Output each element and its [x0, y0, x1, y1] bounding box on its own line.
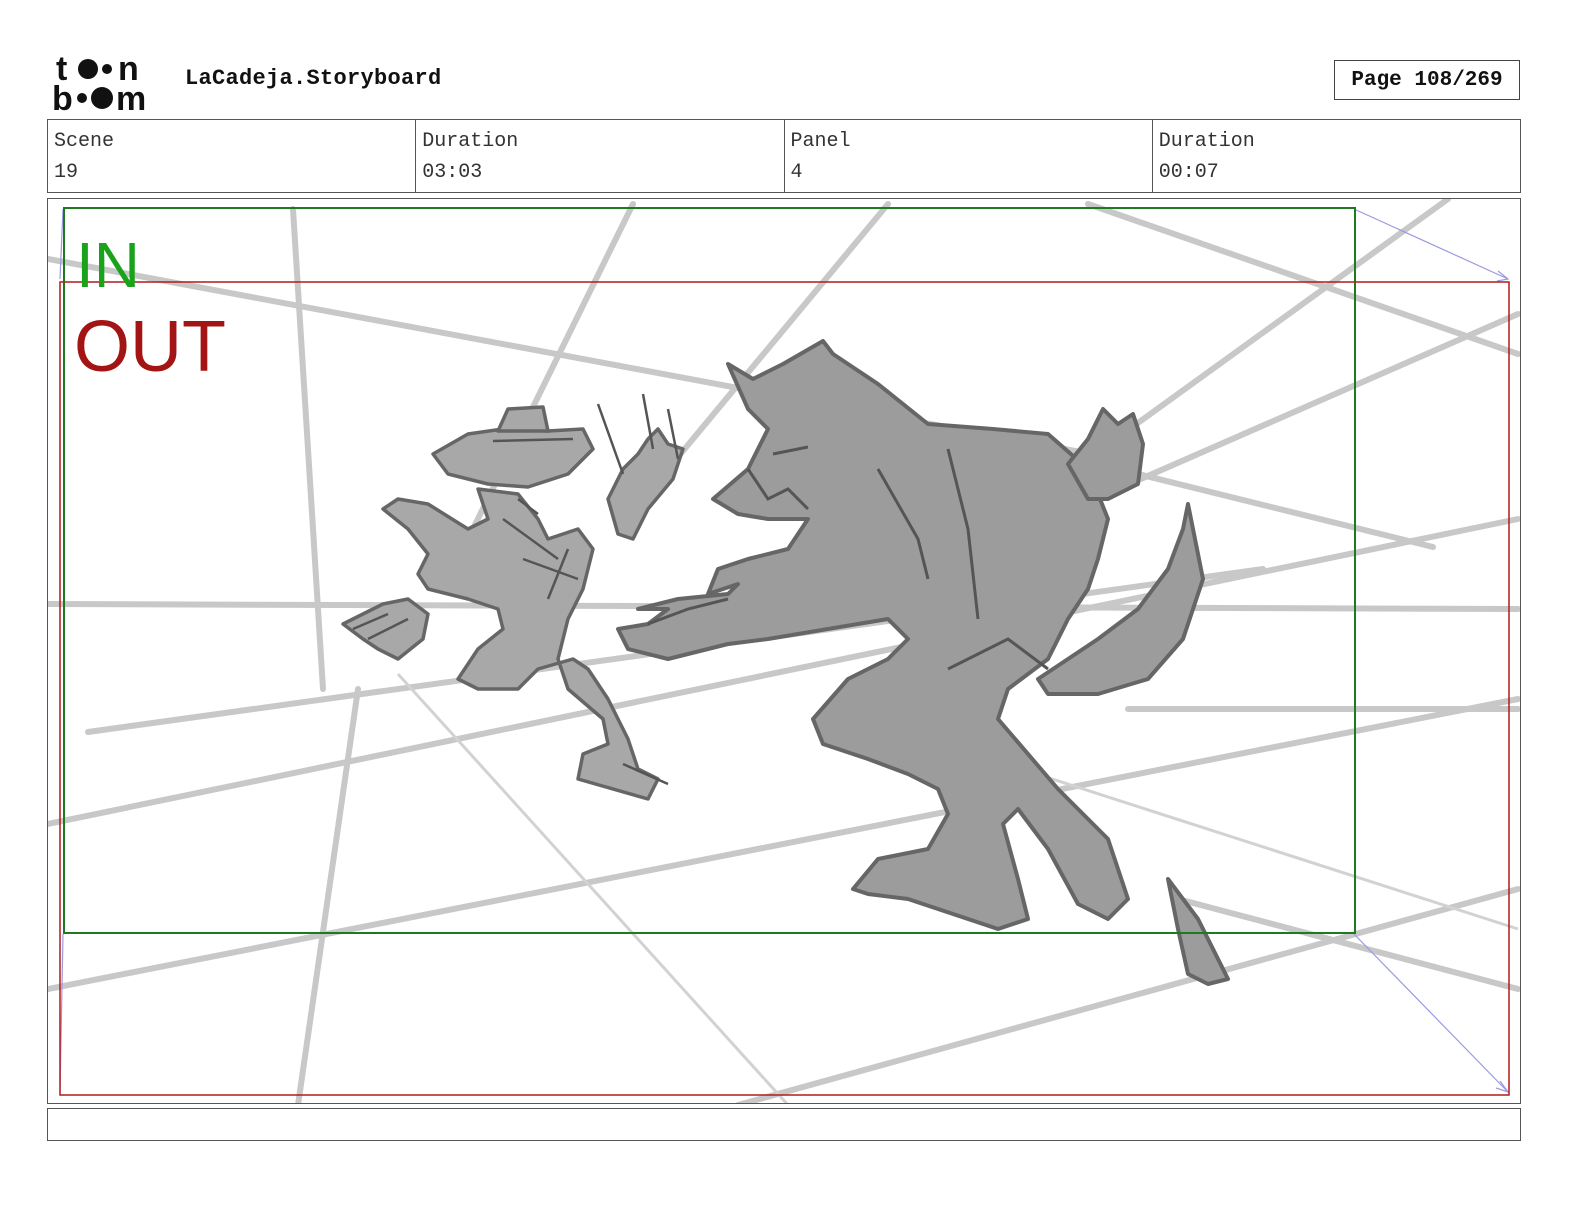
- perspective-lines: [48, 199, 1520, 1103]
- scene-label: Scene: [54, 130, 115, 153]
- svg-text:m: m: [116, 80, 146, 112]
- camera-path-lines: [59, 208, 1510, 1094]
- panel-cell: Panel 4: [785, 120, 1153, 192]
- out-label: OUT: [74, 307, 226, 387]
- panel-value: 4: [790, 161, 803, 184]
- scene-duration-label: Duration: [422, 130, 519, 153]
- caption-box[interactable]: [47, 1108, 1521, 1141]
- toon-boom-logo: t n b m: [52, 50, 146, 112]
- scene-info-table: Scene 19 Duration 03:03 Panel 4 Duration…: [47, 119, 1521, 193]
- scene-value: 19: [54, 161, 79, 184]
- panel-label: Panel: [790, 130, 851, 153]
- storyboard-panel[interactable]: IN OUT: [47, 198, 1521, 1104]
- wolf-sketch: [616, 339, 1230, 986]
- in-label: IN: [76, 229, 140, 301]
- panel-drawing: IN OUT: [48, 199, 1520, 1103]
- page-number: Page 108/269: [1334, 60, 1520, 100]
- document-title: LaCadeja.Storyboard: [185, 66, 442, 91]
- in-frame: [63, 207, 1356, 934]
- scene-duration-value: 03:03: [422, 161, 483, 184]
- scene-duration-cell: Duration 03:03: [416, 120, 785, 192]
- panel-duration-value: 00:07: [1158, 161, 1219, 184]
- scene-cell: Scene 19: [48, 120, 417, 192]
- panel-duration-cell: Duration 00:07: [1153, 120, 1520, 192]
- svg-text:b: b: [52, 80, 73, 112]
- panel-duration-label: Duration: [1158, 130, 1255, 153]
